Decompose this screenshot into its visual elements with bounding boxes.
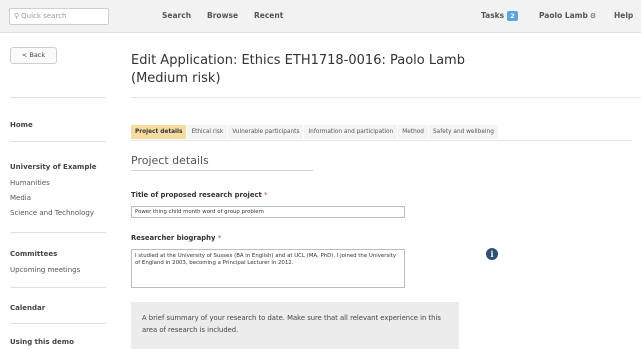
researcher-bio-label: Researcher biography * (131, 234, 221, 242)
sidebar-heading-university[interactable]: University of Example (10, 163, 97, 171)
tab-bar: Project details Ethical risk Vulnerable … (131, 125, 499, 139)
section-heading: Project details (131, 154, 209, 167)
nav-tasks[interactable]: Tasks 2 (481, 11, 518, 21)
info-icon[interactable]: i (486, 248, 498, 260)
project-title-label: Title of proposed research project * (131, 191, 268, 199)
search-icon: ⚲ (14, 12, 20, 20)
sidebar-divider (10, 287, 106, 288)
sidebar-item-media[interactable]: Media (10, 194, 31, 202)
top-bar: ⚲ Quick search Search Browse Recent Tasks… (0, 0, 641, 33)
project-title-input[interactable]: Power thing child month word of group pr… (131, 206, 405, 218)
required-marker: * (264, 191, 268, 199)
user-name: Paolo Lamb (539, 11, 588, 20)
sidebar-divider (10, 323, 106, 324)
tab-information-participation[interactable]: Information and participation (304, 125, 398, 139)
nav-help[interactable]: Help (614, 11, 633, 20)
required-marker: * (217, 234, 222, 242)
page-title: Edit Application: Ethics ETH1718-0016: P… (131, 53, 465, 86)
sidebar-item-using-demo[interactable]: Using this demo (10, 338, 74, 346)
researcher-bio-label-text: Researcher biography (131, 234, 216, 242)
tasks-label: Tasks (481, 11, 505, 20)
tab-ethical-risk[interactable]: Ethical risk (187, 125, 228, 139)
tab-project-details[interactable]: Project details (131, 125, 187, 139)
tasks-count-badge: 2 (507, 11, 518, 21)
nav-recent[interactable]: Recent (254, 11, 283, 20)
sidebar-divider (10, 97, 106, 98)
nav-search[interactable]: Search (162, 11, 191, 20)
nav-browse[interactable]: Browse (207, 11, 238, 20)
tabs-underline (131, 140, 631, 141)
sidebar-divider (10, 141, 106, 142)
project-title-label-text: Title of proposed research project (131, 191, 262, 199)
sidebar-divider (10, 232, 106, 233)
tab-vulnerable-participants[interactable]: Vulnerable participants (228, 125, 304, 139)
sidebar-item-home[interactable]: Home (10, 121, 33, 129)
help-text-box: A brief summary of your research to date… (131, 302, 459, 349)
sidebar-item-humanities[interactable]: Humanities (10, 179, 50, 187)
tab-method[interactable]: Method (398, 125, 428, 139)
sidebar: < Back Home University of Example Humani… (0, 33, 112, 349)
section-underline (131, 170, 313, 171)
researcher-bio-textarea[interactable]: I studied at the University of Sussex (B… (131, 249, 405, 288)
sidebar-heading-committees[interactable]: Committees (10, 250, 57, 258)
back-button[interactable]: < Back (10, 47, 57, 64)
sidebar-item-calendar[interactable]: Calendar (10, 304, 45, 312)
user-menu[interactable]: Paolo Lamb ⚙ (539, 11, 596, 20)
title-divider (131, 97, 641, 98)
sidebar-item-upcoming-meetings[interactable]: Upcoming meetings (10, 266, 80, 274)
tab-safety-wellbeing[interactable]: Safety and wellbeing (429, 125, 498, 139)
gear-icon: ⚙ (589, 12, 597, 20)
sidebar-item-science-technology[interactable]: Science and Technology (10, 209, 94, 217)
quick-search-input[interactable]: ⚲ Quick search (9, 8, 109, 25)
